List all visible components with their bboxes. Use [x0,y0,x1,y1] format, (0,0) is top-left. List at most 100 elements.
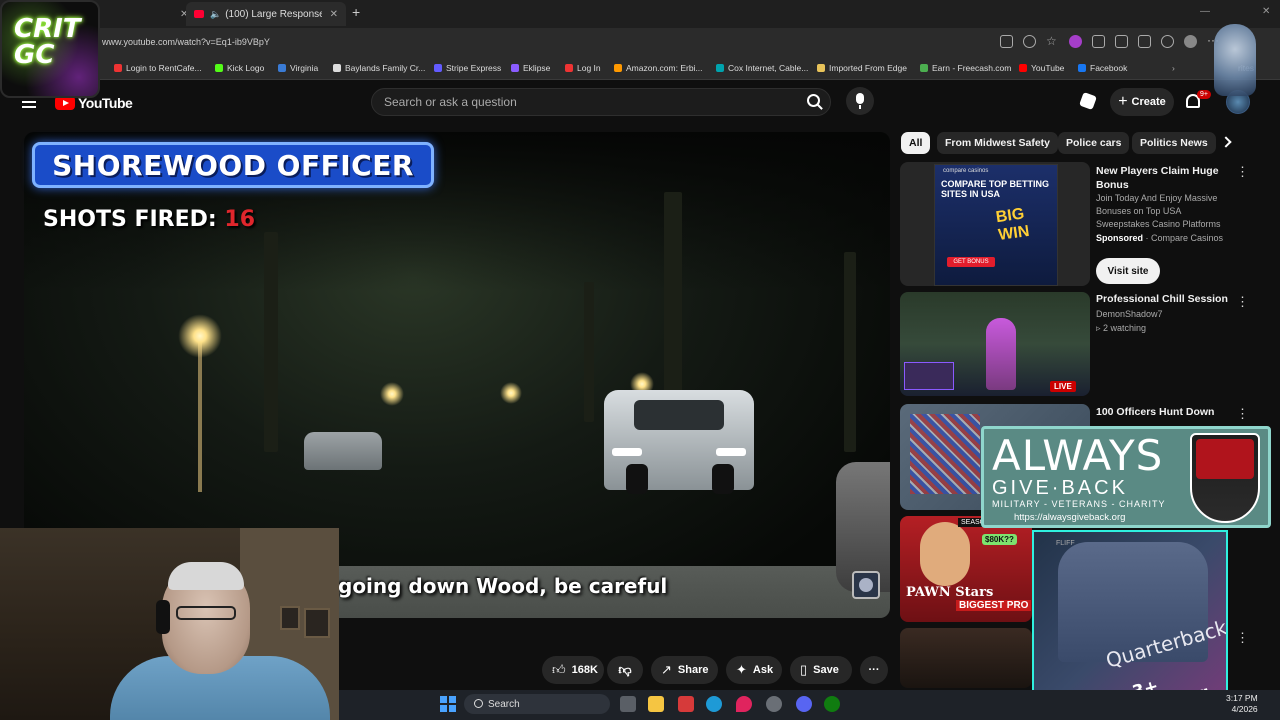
filter-chip[interactable]: Police cars [1058,132,1130,154]
new-tab-icon[interactable]: + [352,4,360,20]
history-icon[interactable] [1161,35,1174,48]
charity-overlay: ALWAYS GIVE·BACK MILITARY - VETERANS - C… [981,426,1271,528]
bookmark-item[interactable]: Earn - Freecash.com [920,63,1011,73]
minimize-icon[interactable]: — [1200,6,1210,17]
extensions-icon[interactable] [1115,35,1128,48]
glasses [176,606,236,620]
bookmark-item[interactable]: Cox Internet, Cable... [716,63,808,73]
bookmark-label: Stripe Express [446,63,502,73]
favorites-icon[interactable] [1138,35,1151,48]
create-button[interactable]: + Create [1110,88,1174,116]
rec-menu-icon[interactable]: ⋮ [1236,630,1249,646]
filter-chip[interactable]: Politics News [1132,132,1216,154]
bookmark-label: Imported From Edge [829,63,907,73]
rec-viewer-count: 2 watching [1103,323,1147,333]
extension-icon[interactable] [1092,35,1105,48]
ad-thumbnail-art[interactable]: compare casinos COMPARE TOP BETTING SITE… [934,164,1058,286]
microphone-icon [856,93,864,109]
overlay-title-text: SHOREWOOD OFFICER [52,148,414,182]
app-available-icon[interactable] [1000,35,1013,48]
rec-title[interactable]: Professional Chill Session [1096,292,1232,306]
url-field[interactable]: www.youtube.com/watch?v=Eq1-ib9VBpY [102,37,270,47]
visit-site-button[interactable]: Visit site [1096,258,1160,284]
rec-menu-icon[interactable]: ⋮ [1236,294,1249,310]
discord-icon[interactable] [796,696,812,712]
favorite-star-icon[interactable]: ☆ [1046,35,1059,48]
bookmark-favicon-icon [817,64,825,72]
xbox-icon[interactable] [824,696,840,712]
ad-menu-icon[interactable]: ⋮ [1236,164,1249,180]
video-thumbnail[interactable] [900,628,1032,688]
parked-car [304,432,382,470]
bookmark-item[interactable]: Amazon.com: Erbi... [614,63,703,73]
logo-text: CRIT GC [14,14,81,70]
speaker-icon[interactable]: 🔈 [210,9,221,20]
ad-title[interactable]: New Players Claim Huge Bonus [1096,164,1232,192]
bookmark-label: YouTube [1031,63,1065,73]
tab-youtube-video[interactable]: 🔈 (100) Large Response After Ki ✕ [186,2,346,26]
bookmark-favicon-icon [1078,64,1086,72]
bookmark-item[interactable]: Login to RentCafe... [114,63,202,73]
white-suv [604,390,754,494]
ask-button[interactable]: ✦ Ask [726,656,782,684]
file-explorer-icon[interactable] [648,696,664,712]
bookmark-favicon-icon [278,64,286,72]
video-thumbnail[interactable]: SEASON $80K?? PAWN Stars BIGGEST PRO [900,516,1032,622]
bookmark-item[interactable]: Baylands Family Cr... [333,63,425,73]
bookmark-item[interactable]: YouTube [1019,63,1064,73]
bookmark-item[interactable]: Log In [565,63,601,73]
bookmark-label: Virginia [290,63,319,73]
close-tab-icon[interactable]: ✕ [330,9,338,20]
bookmark-item[interactable]: Eklipse [511,63,550,73]
profile-icon[interactable] [1184,35,1197,48]
ask-label: Ask [752,664,774,676]
bookmark-favicon-icon [511,64,519,72]
bookmark-item[interactable]: Stripe Express [434,63,501,73]
bookmark-item[interactable]: Facebook [1078,63,1127,73]
zoom-icon[interactable] [1023,35,1036,48]
bookmarks-overflow-icon[interactable]: › [1172,63,1175,73]
share-icon: ↗ [661,662,672,677]
app-icon[interactable] [678,696,694,712]
close-window-icon[interactable]: ✕ [1262,6,1270,17]
search-input[interactable] [372,89,772,115]
rec-channel[interactable]: DemonShadow7 [1096,308,1232,321]
streamer-head [156,562,250,674]
filter-chip[interactable]: All [901,132,931,154]
rec-title[interactable]: 100 Officers Hunt Down [1096,405,1232,419]
suv-tail-light [612,448,642,456]
share-button[interactable]: ↗ Share [651,656,718,684]
bookmark-item[interactable]: Virginia [278,63,318,73]
police-agency-badge-icon [852,571,880,599]
taskbar-clock[interactable]: 3:17 PM 4/2026 [1226,693,1258,715]
like-button[interactable]: 👍︎ 168K [542,656,604,684]
ad-thumb-headline: COMPARE TOP BETTING SITES IN USA [941,179,1050,199]
youtube-favicon-icon [194,10,204,18]
tab-previous[interactable]: ✕ [100,2,188,26]
save-button[interactable]: ▯ Save [790,656,852,684]
task-view-icon[interactable] [620,696,636,712]
dislike-button[interactable]: 👎︎ [607,656,643,684]
filter-chip[interactable]: From Midwest Safety [937,132,1059,154]
more-actions-button[interactable]: ··· [860,656,888,684]
bookmark-item[interactable]: Imported From Edge [817,63,907,73]
windows-start-icon[interactable] [440,696,456,712]
tab-title: (100) Large Response After Ki [225,8,322,20]
thumbs-down-icon: 👎︎ [618,662,632,677]
extension-icon[interactable] [1069,35,1082,48]
voice-search-button[interactable] [846,87,874,115]
taskbar-search[interactable]: Search [464,694,610,714]
charity-line3: MILITARY - VETERANS - CHARITY [992,499,1166,509]
more-icon: ··· [868,664,880,676]
shots-fired-label: SHOTS FIRED: 16 [43,207,255,232]
rec-menu-icon[interactable]: ⋮ [1236,406,1249,422]
search-button[interactable] [800,88,828,116]
clock-date: 4/2026 [1231,704,1258,714]
chips-next-icon[interactable] [1220,136,1232,148]
bookmark-item[interactable]: Kick Logo [215,63,264,73]
app-icon[interactable] [766,696,782,712]
save-label: Save [813,664,839,676]
bookmark-favicon-icon [565,64,573,72]
edge-browser-icon[interactable] [706,696,722,712]
app-icon[interactable] [736,696,752,712]
